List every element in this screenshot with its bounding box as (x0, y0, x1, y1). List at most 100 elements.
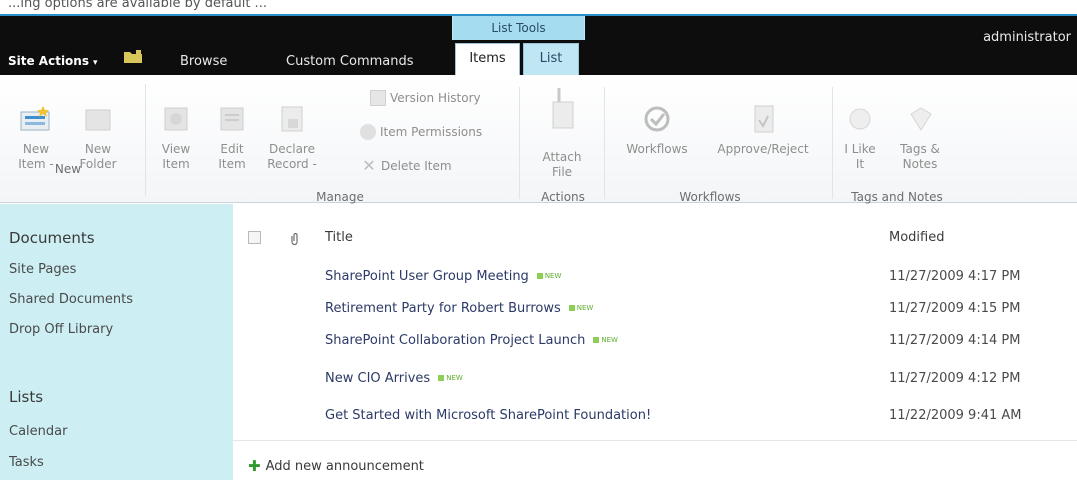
delete-icon: ✕ (362, 156, 376, 175)
version-history-button[interactable]: Version History (370, 90, 481, 106)
attach-file-label-2: File (551, 165, 573, 179)
list-item-modified: 11/27/2009 4:14 PM (889, 333, 1021, 348)
column-header-modified[interactable]: Modified (889, 230, 944, 245)
new-badge: NEW (593, 336, 618, 344)
version-history-icon (370, 90, 386, 106)
group-label-manage: Manage (316, 190, 364, 204)
declare-record-icon (281, 106, 303, 132)
list-item-title-text: SharePoint User Group Meeting (325, 269, 529, 284)
ribbon-separator (832, 87, 833, 199)
list-item-title[interactable]: Get Started with Microsoft SharePoint Fo… (325, 408, 651, 423)
nav-item-site-pages[interactable]: Site Pages (9, 262, 76, 277)
column-header-title[interactable]: Title (325, 230, 353, 245)
new-badge: NEW (569, 304, 594, 312)
group-label-actions: Actions (541, 190, 585, 204)
quick-launch: Documents Site Pages Shared Documents Dr… (0, 204, 233, 480)
new-folder-label-1: New (84, 142, 112, 156)
nav-item-drop-off-library[interactable]: Drop Off Library (9, 322, 113, 337)
site-actions-label: Site Actions (8, 54, 89, 68)
group-label-tags-notes: Tags and Notes (851, 190, 943, 204)
caption-label: ...ing options are available by default … (8, 0, 267, 11)
view-item-label-1: View (161, 142, 191, 156)
edit-item-icon (220, 107, 244, 131)
version-history-label: Version History (390, 91, 481, 105)
tag-icon (910, 107, 932, 131)
group-label-workflows: Workflows (679, 190, 741, 204)
declare-record-label-1: Declare (269, 142, 315, 156)
thumbs-up-icon (849, 108, 871, 130)
list-item-title-text: Get Started with Microsoft SharePoint Fo… (325, 408, 652, 423)
attachment-icon (291, 233, 298, 245)
tab-custom-commands[interactable]: Custom Commands (286, 54, 414, 69)
new-badge: NEW (438, 374, 463, 382)
contextual-group-list-tools: List Tools (452, 16, 585, 40)
attach-file-label-1: Attach (542, 150, 582, 164)
approve-reject-icon (754, 105, 774, 133)
new-folder-icon (85, 109, 111, 131)
nav-heading-documents[interactable]: Documents (9, 229, 95, 247)
item-permissions-button[interactable]: Item Permissions (360, 124, 482, 140)
edit-item-label-1: Edit (220, 142, 244, 156)
list-item-title[interactable]: SharePoint User Group Meeting NEW (325, 269, 561, 284)
site-actions-menu[interactable]: Site Actions ▾ (8, 54, 98, 68)
new-item-icon (20, 106, 50, 131)
declare-record-button[interactable]: Declare Record - (262, 104, 322, 172)
nav-heading-lists[interactable]: Lists (9, 388, 43, 406)
list-item-title[interactable]: SharePoint Collaboration Project Launch N… (325, 333, 618, 348)
list-item-modified: 11/27/2009 4:15 PM (889, 301, 1021, 316)
tags-notes-label-1: Tags & (900, 142, 940, 156)
group-label-new: New (54, 162, 82, 176)
item-permissions-label: Item Permissions (380, 125, 483, 139)
view-item-button[interactable]: View Item (150, 104, 202, 172)
folder-icon[interactable] (123, 50, 143, 64)
add-new-announcement-link[interactable]: ✚ Add new announcement (248, 457, 424, 475)
list-item-title-text: SharePoint Collaboration Project Launch (325, 333, 586, 348)
edit-item-label-2: Item (218, 157, 246, 171)
nav-item-calendar[interactable]: Calendar (9, 424, 67, 439)
view-item-label-2: Item (162, 157, 190, 171)
approve-reject-button[interactable]: Approve/Reject (704, 104, 822, 157)
list-item-modified: 11/27/2009 4:12 PM (889, 371, 1021, 386)
add-icon: ✚ (248, 457, 261, 475)
declare-record-label-2: Record - (267, 157, 317, 171)
workflows-icon (644, 106, 670, 132)
ribbon-separator (604, 87, 605, 199)
delete-item-label: Delete Item (381, 159, 452, 173)
contextual-group-label: List Tools (491, 21, 546, 35)
workflows-button[interactable]: Workflows (616, 104, 698, 157)
tags-notes-button[interactable]: Tags & Notes (894, 104, 946, 172)
edit-item-button[interactable]: Edit Item (208, 104, 256, 172)
list-item-title[interactable]: New CIO Arrives NEW (325, 371, 463, 386)
attach-file-icon (552, 88, 574, 129)
nav-item-shared-documents[interactable]: Shared Documents (9, 292, 133, 307)
list-item-modified: 11/22/2009 9:41 AM (889, 408, 1022, 423)
add-new-label: Add new announcement (265, 458, 424, 474)
attach-file-button[interactable]: Attach File (532, 84, 592, 180)
ribbon-separator (145, 84, 146, 196)
view-item-icon (164, 107, 188, 131)
i-like-it-button[interactable]: I Like It (838, 104, 882, 172)
tab-items[interactable]: Items (455, 43, 520, 76)
caption-text: ...ing options are available by default … (0, 0, 1077, 14)
tab-browse[interactable]: Browse (180, 54, 227, 69)
tags-notes-label-2: Notes (902, 157, 938, 171)
list-item-title[interactable]: Retirement Party for Robert Burrows NEW (325, 301, 593, 316)
user-menu[interactable]: administrator (983, 30, 1071, 45)
list-divider (233, 440, 1077, 441)
nav-item-tasks[interactable]: Tasks (9, 455, 44, 470)
item-permissions-icon (360, 124, 376, 140)
chevron-down-icon: ▾ (93, 58, 98, 68)
list-item-title-text: Retirement Party for Robert Burrows (325, 301, 561, 316)
list-item-title-text: New CIO Arrives (325, 371, 431, 386)
new-badge: NEW (537, 272, 562, 280)
ribbon-separator (519, 87, 520, 199)
workflows-label: Workflows (626, 142, 688, 156)
i-like-it-label-1: I Like (844, 142, 876, 156)
tab-list[interactable]: List (523, 43, 579, 75)
delete-item-button[interactable]: ✕ Delete Item (361, 156, 452, 175)
list-item-modified: 11/27/2009 4:17 PM (889, 269, 1021, 284)
select-all-checkbox[interactable] (248, 231, 261, 244)
approve-reject-label: Approve/Reject (717, 142, 809, 156)
new-item-label-1: New (22, 142, 50, 156)
i-like-it-label-2: It (855, 157, 865, 171)
